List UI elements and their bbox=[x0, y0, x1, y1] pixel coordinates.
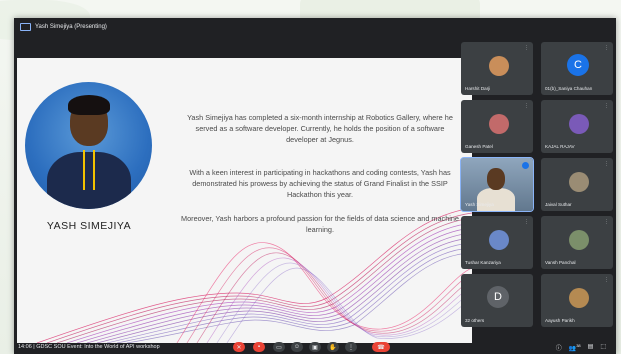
info-icon[interactable]: ⓘ bbox=[556, 343, 562, 352]
more-options-icon[interactable]: ⋮ bbox=[604, 161, 609, 167]
participant-name: Vansh Panchal bbox=[545, 260, 576, 265]
meet-window: Yash Simejiya (Presenting) YASH SIMEJIYA… bbox=[14, 18, 616, 354]
bio-paragraph-2: With a keen interest in participating in… bbox=[189, 168, 451, 199]
speaking-indicator-icon bbox=[522, 162, 529, 169]
participant-name: Ganesh Patel bbox=[465, 144, 493, 149]
meeting-info: 14:06 | GDSC SOU Event: Into the World o… bbox=[18, 344, 160, 350]
participant-tile-active-speaker[interactable]: Yash Simejiya bbox=[460, 157, 534, 212]
participant-name: 01(b)_Saniya Chauhan bbox=[545, 86, 593, 91]
camera-off-button[interactable]: ▪ bbox=[253, 342, 265, 352]
participant-name: KAJAL RAJAV bbox=[545, 144, 575, 149]
more-options-icon[interactable]: ⋮ bbox=[604, 103, 609, 109]
side-controls: ⓘ 👥38 ▤ ⬚ bbox=[556, 343, 606, 352]
bio-paragraph-3: Moreover, Yash harbors a profound passio… bbox=[181, 214, 459, 234]
more-options-button[interactable]: ⋮ bbox=[345, 342, 357, 352]
participant-tile[interactable]: ⋮ Ganesh Patel bbox=[461, 100, 533, 153]
participant-count: 38 bbox=[576, 343, 581, 348]
participant-tile[interactable]: ⋮ KAJAL RAJAV bbox=[541, 100, 613, 153]
chat-icon[interactable]: ▤ bbox=[588, 343, 594, 352]
more-options-icon[interactable]: ⋮ bbox=[604, 277, 609, 283]
presentation-header: Yash Simejiya (Presenting) bbox=[14, 18, 616, 36]
participant-name: Yash Simejiya bbox=[465, 202, 494, 207]
presenter-label: Yash Simejiya (Presenting) bbox=[35, 24, 107, 30]
more-options-icon[interactable]: ⋮ bbox=[524, 219, 529, 225]
emoji-button[interactable]: ☺ bbox=[291, 342, 303, 352]
captions-button[interactable]: ▭ bbox=[273, 342, 285, 352]
present-button[interactable]: ▣ bbox=[309, 342, 321, 352]
speaker-photo bbox=[25, 82, 152, 209]
bio-paragraph-1: Yash Simejiya has completed a six-month … bbox=[187, 113, 453, 144]
participant-avatar bbox=[489, 114, 509, 134]
participant-avatar bbox=[569, 114, 589, 134]
participant-tile[interactable]: C ⋮ 01(b)_Saniya Chauhan bbox=[541, 42, 613, 95]
more-options-icon[interactable]: ⋮ bbox=[524, 103, 529, 109]
activities-icon[interactable]: ⬚ bbox=[600, 343, 606, 352]
others-tile[interactable]: D 32 others bbox=[461, 274, 533, 327]
shared-slide: YASH SIMEJIYA Yash Simejiya has complete… bbox=[17, 58, 472, 343]
participant-tile[interactable]: ⋮ Tushar Kanzariya bbox=[461, 216, 533, 269]
presenting-icon bbox=[20, 23, 31, 31]
participant-avatar bbox=[569, 172, 589, 192]
participant-name: Aayush Parikh bbox=[545, 318, 575, 323]
camera-person-shirt bbox=[477, 188, 515, 211]
participant-avatar bbox=[569, 288, 589, 308]
participant-avatar bbox=[489, 56, 509, 76]
participant-tile[interactable]: ⋮ Vansh Panchal bbox=[541, 216, 613, 269]
participant-tile[interactable]: ⋮ Harshit Darji bbox=[461, 42, 533, 95]
participant-initial: C bbox=[567, 54, 589, 76]
mic-off-button[interactable]: ✕ bbox=[233, 342, 245, 352]
participant-avatar bbox=[489, 230, 509, 250]
participant-name: Tushar Kanzariya bbox=[465, 260, 501, 265]
speaker-name: YASH SIMEJIYA bbox=[46, 220, 132, 232]
participant-avatar bbox=[569, 230, 589, 250]
more-options-icon[interactable]: ⋮ bbox=[604, 219, 609, 225]
participant-tile[interactable]: ⋮ Jaival Suthar bbox=[541, 158, 613, 211]
leave-call-button[interactable]: ☎ bbox=[372, 342, 390, 352]
participant-name: Harshit Darji bbox=[465, 86, 491, 91]
more-options-icon[interactable]: ⋮ bbox=[604, 45, 609, 51]
participant-name: Jaival Suthar bbox=[545, 202, 572, 207]
raise-hand-button[interactable]: ✋ bbox=[327, 342, 339, 352]
camera-person-face bbox=[487, 168, 505, 190]
more-options-icon[interactable]: ⋮ bbox=[524, 45, 529, 51]
participant-initial: D bbox=[487, 286, 509, 308]
speaker-hair bbox=[68, 95, 110, 115]
people-icon[interactable]: 👥38 bbox=[569, 343, 581, 352]
others-count: 32 others bbox=[465, 318, 485, 323]
participant-tile[interactable]: ⋮ Aayush Parikh bbox=[541, 274, 613, 327]
lanyard bbox=[83, 150, 95, 190]
